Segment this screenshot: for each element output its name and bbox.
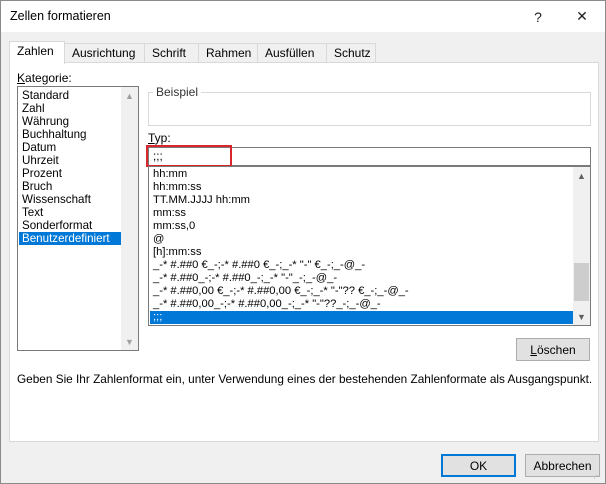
scroll-up-icon[interactable]: ▲	[573, 167, 590, 184]
category-item-zahl[interactable]: Zahl	[19, 102, 122, 115]
help-icon[interactable]: ?	[515, 1, 561, 32]
format-item[interactable]: TT.MM.JJJJ hh:mm	[150, 194, 573, 207]
title-bar: Zellen formatieren ? ✕	[1, 1, 605, 32]
scroll-up-icon[interactable]: ▲	[121, 87, 138, 104]
tab-zahlen[interactable]: Zahlen	[9, 41, 65, 64]
format-cells-dialog: Zellen formatieren ? ✕ Zahlen Ausrichtun…	[0, 0, 606, 484]
cancel-button[interactable]: Abbrechen	[525, 454, 600, 477]
format-item[interactable]: [h]:mm:ss	[150, 246, 573, 259]
format-item[interactable]: _-* #.##0,00_-;-* #.##0,00_-;_-* "-"??_-…	[150, 298, 573, 311]
category-label: Kategorie:	[17, 71, 72, 85]
format-item[interactable]: _-* #.##0_-;-* #.##0_-;_-* "-"_-;_-@_-	[150, 272, 573, 285]
scroll-down-icon[interactable]: ▼	[573, 308, 590, 325]
category-item-benutzerdefiniert[interactable]: Benutzerdefiniert	[19, 232, 122, 245]
window-title: Zellen formatieren	[10, 9, 111, 23]
format-item[interactable]: _-* #.##0 €_-;-* #.##0 €_-;_-* "-" €_-;_…	[150, 259, 573, 272]
format-item[interactable]: hh:mm:ss	[150, 181, 573, 194]
scroll-thumb[interactable]	[574, 263, 589, 301]
format-listbox[interactable]: hh:mm hh:mm:ss TT.MM.JJJJ hh:mm mm:ss mm…	[148, 166, 591, 326]
format-item[interactable]: _-* #.##0,00 €_-;-* #.##0,00 €_-;_-* "-"…	[150, 285, 573, 298]
ok-button[interactable]: OK	[441, 454, 516, 477]
category-listbox[interactable]: Standard Zahl Währung Buchhaltung Datum …	[17, 86, 139, 351]
format-item[interactable]: mm:ss,0	[150, 220, 573, 233]
tab-ausfuellen[interactable]: Ausfüllen	[257, 43, 327, 63]
category-item-standard[interactable]: Standard	[19, 89, 122, 102]
description-text: Geben Sie Ihr Zahlenformat ein, unter Ve…	[17, 372, 593, 386]
example-group	[148, 92, 591, 126]
category-item-waehrung[interactable]: Währung	[19, 115, 122, 128]
close-icon[interactable]: ✕	[559, 1, 605, 32]
category-scrollbar[interactable]: ▲ ▼	[121, 87, 138, 350]
type-label: Typ:	[148, 131, 171, 145]
format-item[interactable]: hh:mm	[150, 168, 573, 181]
tab-schrift[interactable]: Schrift	[144, 43, 199, 63]
scroll-down-icon[interactable]: ▼	[121, 333, 138, 350]
category-item-datum[interactable]: Datum	[19, 141, 122, 154]
format-scrollbar[interactable]: ▲ ▼	[573, 167, 590, 325]
tab-schutz[interactable]: Schutz	[326, 43, 376, 63]
category-item-sonderformat[interactable]: Sonderformat	[19, 219, 122, 232]
example-label: Beispiel	[153, 85, 202, 99]
category-item-prozent[interactable]: Prozent	[19, 167, 122, 180]
format-item[interactable]: @	[150, 233, 573, 246]
category-item-buchhaltung[interactable]: Buchhaltung	[19, 128, 122, 141]
category-item-text[interactable]: Text	[19, 206, 122, 219]
tab-ausrichtung[interactable]: Ausrichtung	[64, 43, 145, 63]
highlight-box	[146, 145, 232, 167]
format-item[interactable]: mm:ss	[150, 207, 573, 220]
category-item-wissenschaft[interactable]: Wissenschaft	[19, 193, 122, 206]
resize-grip-icon[interactable]: ⋰	[593, 471, 603, 481]
category-item-bruch[interactable]: Bruch	[19, 180, 122, 193]
format-item-selected[interactable]: ;;;	[150, 311, 573, 324]
delete-button[interactable]: Löschen	[516, 338, 590, 361]
tab-rahmen[interactable]: Rahmen	[198, 43, 258, 63]
category-item-uhrzeit[interactable]: Uhrzeit	[19, 154, 122, 167]
